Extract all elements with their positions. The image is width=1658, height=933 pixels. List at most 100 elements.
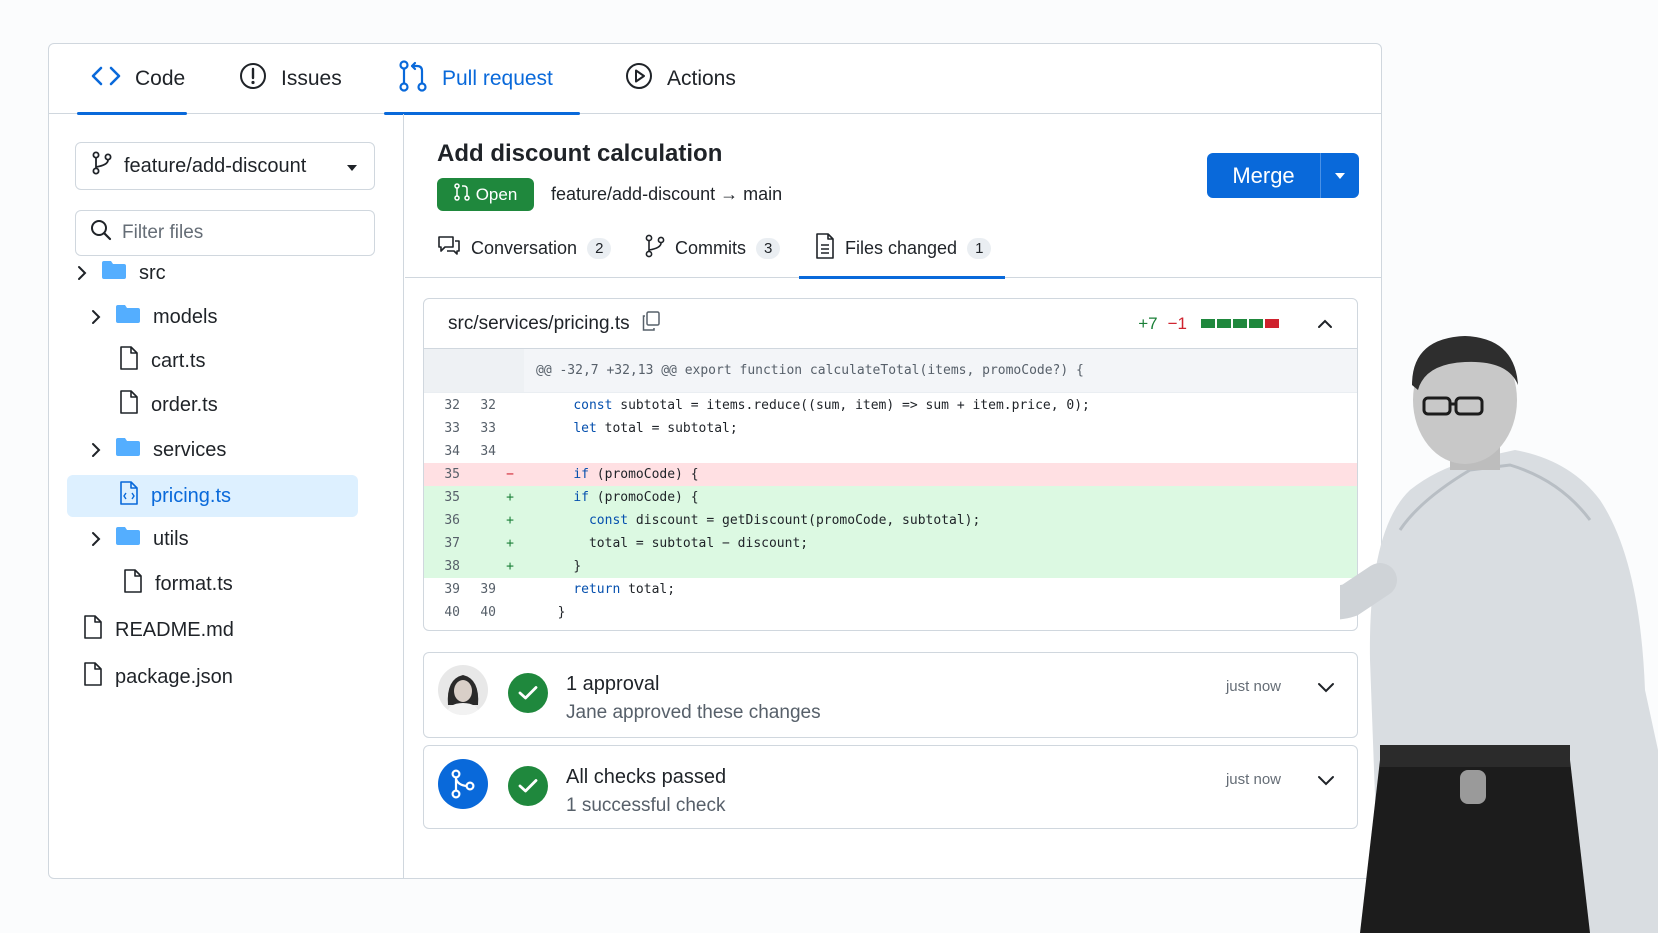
diff-line-add: 37 + total = subtotal − discount; <box>424 532 1357 555</box>
diff-sign: + <box>506 559 514 574</box>
comment-icon <box>437 235 461 262</box>
old-line-number: 40 <box>444 605 460 620</box>
diff-line-ctx: 40 40 } <box>424 601 1357 624</box>
checks-time: just now <box>1225 771 1281 788</box>
additions-count: +7 <box>1138 313 1158 333</box>
status-label: Open <box>475 184 518 204</box>
tab-label: Pull request <box>442 67 553 90</box>
tab-label: Issues <box>281 67 342 90</box>
code-icon <box>91 65 121 93</box>
diff-viewer: src/services/pricing.ts +7 −1 @@ -32,7 +… <box>423 298 1358 631</box>
code-text: const discount = getDiscount(promoCode, … <box>524 513 980 528</box>
tab-label: Code <box>135 67 186 90</box>
code-rest: (promoCode) { <box>588 490 699 505</box>
diffstat-add-block <box>1233 319 1247 328</box>
hunk-text: @@ -32,7 +32,13 @@ export function calcu… <box>536 363 1084 378</box>
tab-actions[interactable]: Actions <box>611 44 750 114</box>
old-line-number: 38 <box>444 559 460 574</box>
tab-commits[interactable]: Commits 3 <box>645 218 781 278</box>
check-circle-icon <box>508 673 548 713</box>
checks-title: All checks passed <box>566 766 727 788</box>
diffstat-add-block <box>1201 319 1215 328</box>
chevron-up-icon[interactable] <box>1317 314 1333 334</box>
active-underline <box>799 276 1006 279</box>
pr-branches: feature/add-discount → main <box>551 184 783 204</box>
sidebar-divider <box>49 114 404 878</box>
new-line-number: 33 <box>480 421 496 436</box>
diffstat-add-block <box>1217 319 1231 328</box>
diff-line-ctx: 39 39 return total; <box>424 578 1357 601</box>
count-badge: 1 <box>967 237 992 259</box>
merge-button[interactable]: Merge <box>1207 153 1321 198</box>
tab-conversation[interactable]: Conversation 2 <box>437 218 612 278</box>
diff-file-path[interactable]: src/services/pricing.ts <box>448 313 630 335</box>
review-subtitle: Jane approved these changes <box>566 702 821 723</box>
code-text: } <box>524 559 581 574</box>
diff-line-add: 36 + const discount = getDiscount(promoCo… <box>424 509 1357 532</box>
repo-nav: Code Issues Pull request Actions <box>49 44 1381 115</box>
file-diff-icon <box>815 232 835 264</box>
code-text: let total = subtotal; <box>524 421 738 436</box>
code-text: if (promoCode) { <box>524 490 699 505</box>
app-window: Code Issues Pull request Actions feature… <box>48 43 1382 879</box>
code-rest: } <box>573 559 582 574</box>
deletions-count: −1 <box>1167 313 1187 333</box>
old-line-number: 37 <box>444 536 460 551</box>
play-icon <box>625 62 653 96</box>
review-time: just now <box>1225 678 1281 695</box>
pull-request-icon <box>398 60 428 98</box>
checks-card[interactable]: All checks passed 1 successful check jus… <box>423 745 1358 829</box>
diff-sign: + <box>506 513 514 528</box>
code-text: const subtotal = items.reduce((sum, item… <box>524 398 1090 413</box>
code-rest: subtotal = items.reduce((sum, item) => s… <box>612 398 1090 413</box>
diff-line-add: 35 + if (promoCode) { <box>424 486 1357 509</box>
code-keyword: return <box>573 582 621 597</box>
old-line-number: 35 <box>444 490 460 505</box>
code-text: return total; <box>524 582 675 597</box>
code-keyword: const <box>573 398 613 413</box>
new-line-number: 32 <box>480 398 496 413</box>
status-badge: Open <box>437 178 534 211</box>
old-line-number: 34 <box>444 444 460 459</box>
tab-files-changed[interactable]: Files changed 1 <box>799 218 1006 279</box>
git-branch-icon <box>438 759 488 809</box>
chevron-down-icon[interactable] <box>1317 680 1335 698</box>
diff-sign: − <box>506 467 514 482</box>
chevron-down-icon[interactable] <box>1317 773 1335 791</box>
diff-sign: + <box>506 536 514 551</box>
code-text: } <box>524 605 566 620</box>
diff-header: src/services/pricing.ts +7 −1 <box>424 299 1357 349</box>
merge-button-group: Merge <box>1207 153 1359 198</box>
new-line-number: 39 <box>480 582 496 597</box>
merge-options-button[interactable] <box>1321 153 1359 198</box>
code-text: if (promoCode) { <box>524 467 698 482</box>
tab-issues[interactable]: Issues <box>225 44 356 114</box>
review-card-approval[interactable]: 1 approval Jane approved these changes j… <box>423 652 1358 738</box>
tab-code[interactable]: Code <box>77 44 187 115</box>
diff-line-add: 38 + } <box>424 555 1357 578</box>
hunk-header: @@ -32,7 +32,13 @@ export function calcu… <box>424 349 1357 393</box>
tab-pull-request[interactable]: Pull request <box>384 44 580 115</box>
old-line-number: 35 <box>444 467 460 482</box>
commit-icon <box>645 234 665 263</box>
copy-icon[interactable] <box>642 310 660 337</box>
code-rest: discount = getDiscount(promoCode, subtot… <box>628 513 981 528</box>
pr-tabs: Conversation 2 Commits 3 Files changed 1 <box>405 218 1381 279</box>
checks-subtitle: 1 successful check <box>566 795 726 816</box>
old-line-number: 32 <box>444 398 460 413</box>
new-line-number: 40 <box>480 605 496 620</box>
code-rest: } <box>557 605 566 620</box>
person-with-phone-photo <box>1235 330 1658 933</box>
tab-label: Actions <box>667 67 736 90</box>
avatar <box>438 665 488 715</box>
count-badge: 2 <box>587 237 612 259</box>
code-keyword: if <box>573 467 589 482</box>
diff-sign: + <box>506 490 514 505</box>
tab-label: Files changed <box>845 237 958 258</box>
code-rest: total = subtotal; <box>596 421 738 436</box>
diff-line-ctx: 33 33 let total = subtotal; <box>424 417 1357 440</box>
